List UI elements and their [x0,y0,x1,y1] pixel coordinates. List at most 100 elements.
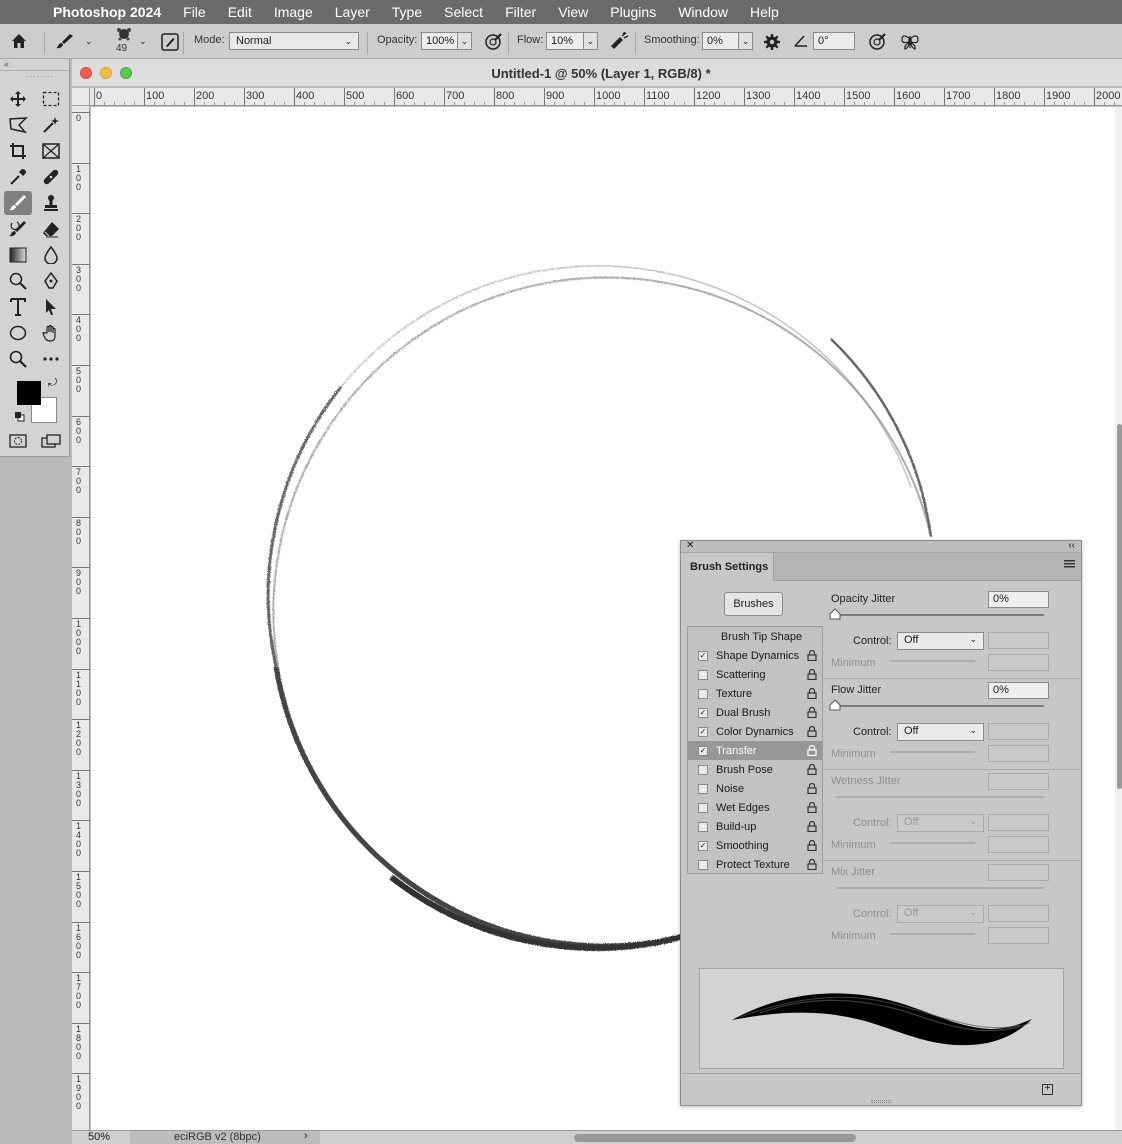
lock-icon[interactable] [807,820,817,835]
brush-option-transfer[interactable]: ✓ Transfer [688,741,822,760]
resize-grip-icon[interactable] [871,1100,891,1103]
zoom-level[interactable]: 50% [88,1131,110,1143]
default-colors-icon[interactable] [14,411,25,422]
home-icon[interactable] [10,32,28,50]
checkbox[interactable] [698,859,708,870]
brush-tip-preview-icon[interactable] [115,27,133,41]
magic-wand-tool-icon[interactable] [37,113,65,137]
section-opacity-jitter-value-input[interactable]: 0% [988,591,1049,608]
lock-icon[interactable] [807,668,817,683]
more-tools-icon[interactable] [37,347,65,371]
checkbox[interactable] [698,669,708,680]
foreground-color-swatch-front[interactable] [17,381,41,405]
menu-filter[interactable]: Filter [505,4,536,20]
slider-handle[interactable] [829,699,841,714]
checkbox[interactable]: ✓ [698,840,708,851]
checkbox[interactable] [698,821,708,832]
flow-dropdown-button[interactable]: ⌄ [584,32,598,50]
frame-tool-icon[interactable] [37,139,65,163]
stamp-tool-icon[interactable] [37,191,65,215]
chevron-right-icon[interactable]: › [304,1130,308,1142]
vertical-scrollbar-thumb[interactable] [1117,424,1122,789]
section-opacity-jitter-slider[interactable] [836,614,1044,616]
gradient-tool-icon[interactable] [4,243,32,267]
menu-layer[interactable]: Layer [335,4,370,20]
brush-option-build-up[interactable]: Build-up [688,817,822,836]
brushes-button[interactable]: Brushes [724,592,783,616]
path-selection-tool-icon[interactable] [37,295,65,319]
menu-help[interactable]: Help [750,4,779,20]
app-name-menu[interactable]: Photoshop 2024 [53,4,161,20]
checkbox[interactable] [698,688,708,699]
history-brush-tool-icon[interactable] [4,217,32,241]
ruler-corner[interactable] [72,88,90,106]
lock-icon[interactable] [807,858,817,873]
checkbox[interactable]: ✓ [698,707,708,718]
color-profile[interactable]: eciRGB v2 (8bpc) [174,1131,261,1143]
menu-view[interactable]: View [558,4,588,20]
smoothing-dropdown-button[interactable]: ⌄ [739,32,753,50]
lock-icon[interactable] [807,687,817,702]
menu-plugins[interactable]: Plugins [610,4,656,20]
lock-icon[interactable] [807,801,817,816]
eraser-tool-icon[interactable] [37,217,65,241]
brush-option-brush-pose[interactable]: Brush Pose [688,760,822,779]
checkbox[interactable]: ✓ [698,726,708,737]
opacity-input[interactable]: 100% [421,32,458,50]
section-flow-jitter-value-input[interactable]: 0% [988,682,1049,699]
brush-tip-shape-item[interactable]: Brush Tip Shape [688,627,822,646]
menu-file[interactable]: File [183,4,206,20]
checkbox[interactable] [698,764,708,775]
horizontal-scrollbar-thumb[interactable] [574,1134,856,1142]
eyedropper-tool-icon[interactable] [4,165,32,189]
brush-tool-preset-icon[interactable] [56,33,74,49]
brush-option-scattering[interactable]: Scattering [688,665,822,684]
symmetry-icon[interactable] [900,32,920,52]
collapse-icon[interactable]: ‹‹ [1068,540,1075,551]
airbrush-icon[interactable] [608,32,630,52]
checkbox[interactable]: ✓ [698,745,708,756]
toolbox-grip[interactable]: «........ [0,59,69,79]
horizontal-ruler[interactable]: 0 100 200 300 400 500 600 700 800 900 1000 1100 1200… [90,88,1122,106]
panel-menu-icon[interactable] [1064,560,1075,572]
chevron-down-icon[interactable]: ⌄ [139,36,147,47]
dodge-tool-icon[interactable] [4,269,32,293]
brush-option-texture[interactable]: Texture [688,684,822,703]
smoothing-input[interactable]: 0% [702,32,739,50]
screen-mode-icon[interactable] [37,429,65,453]
brush-option-smoothing[interactable]: ✓ Smoothing [688,836,822,855]
menu-image[interactable]: Image [274,4,313,20]
brush-option-protect-texture[interactable]: Protect Texture [688,855,822,874]
brush-option-dual-brush[interactable]: ✓ Dual Brush [688,703,822,722]
section-opacity-jitter-control-select[interactable]: Off ⌄ [897,632,984,650]
pressure-size-icon[interactable] [867,32,887,52]
menu-window[interactable]: Window [678,4,728,20]
flow-input[interactable]: 10% [546,32,584,50]
zoom-tool-icon[interactable] [4,347,32,371]
lock-icon[interactable] [807,744,817,759]
lock-icon[interactable] [807,706,817,721]
chevron-down-icon[interactable]: ⌄ [85,36,93,47]
brush-option-wet-edges[interactable]: Wet Edges [688,798,822,817]
opacity-dropdown-button[interactable]: ⌄ [458,32,472,50]
marquee-tool-icon[interactable] [37,87,65,111]
quick-mask-icon[interactable] [4,429,32,453]
brush-settings-toggle-icon[interactable] [161,33,179,51]
healing-brush-tool-icon[interactable] [37,165,65,189]
section-flow-jitter-control-select[interactable]: Off ⌄ [897,723,984,741]
angle-input[interactable]: 0° [813,32,855,50]
lock-icon[interactable] [807,782,817,797]
brush-tool-icon[interactable] [4,191,32,215]
mode-select[interactable]: Normal ⌄ [229,32,359,50]
lock-icon[interactable] [807,649,817,664]
gear-icon[interactable] [763,33,781,51]
move-tool-icon[interactable] [4,87,32,111]
type-tool-icon[interactable] [4,295,32,319]
brush-option-color-dynamics[interactable]: ✓ Color Dynamics [688,722,822,741]
tab-brush-settings[interactable]: Brush Settings [681,553,774,581]
blur-tool-icon[interactable] [37,243,65,267]
lock-icon[interactable] [807,763,817,778]
close-icon[interactable]: ✕ [686,540,694,551]
new-brush-icon[interactable]: + [1042,1084,1053,1095]
pen-tool-icon[interactable] [37,269,65,293]
